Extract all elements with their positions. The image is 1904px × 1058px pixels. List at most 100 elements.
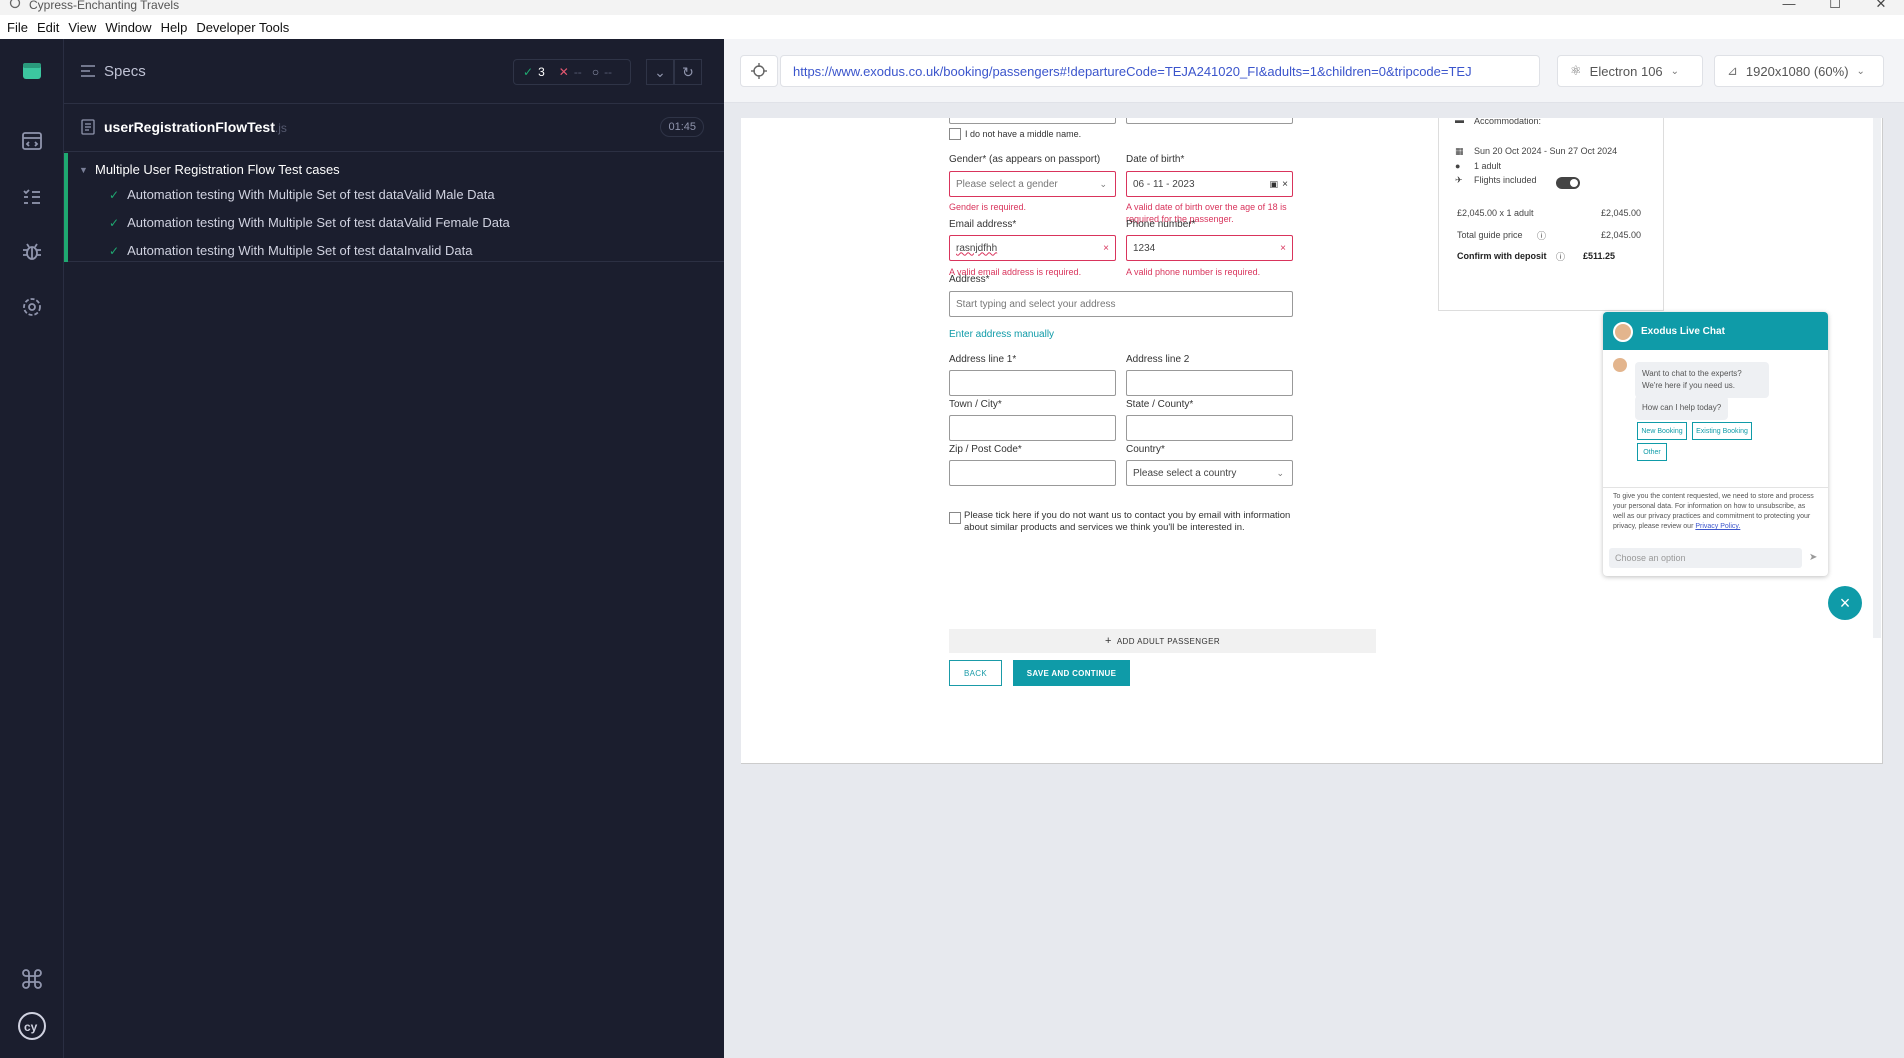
passed-check-icon: ✓ [523, 65, 534, 79]
suite-title[interactable]: Multiple User Registration Flow Test cas… [95, 162, 340, 177]
expand-chevron-button[interactable]: ⌄ [646, 59, 674, 85]
menu-window[interactable]: Window [105, 20, 151, 35]
send-icon[interactable]: ➤ [1809, 552, 1817, 563]
specs-header: Specs ✓ 3 ✕ -- ○ -- ⌄ ↻ [64, 39, 724, 104]
test-title: Automation testing With Multiple Set of … [127, 215, 510, 230]
save-and-continue-button[interactable]: SAVE AND CONTINUE [1013, 660, 1130, 686]
phone-input[interactable]: 1234 × [1126, 235, 1293, 261]
agent-avatar [1613, 358, 1627, 372]
settings-gear-icon[interactable] [20, 295, 44, 319]
menu-view[interactable]: View [68, 20, 96, 35]
address-line2-input[interactable] [1126, 370, 1293, 396]
aut-iframe: I do not have a middle name. Gender* (as… [741, 118, 1883, 764]
menu-file[interactable]: File [7, 20, 28, 35]
chat-input[interactable]: Choose an option [1609, 548, 1802, 568]
email-optout-checkbox[interactable] [949, 512, 961, 524]
specs-list-icon [81, 65, 95, 77]
address-placeholder: Start typing and select your address [956, 298, 1116, 310]
minimize-button[interactable]: — [1766, 0, 1812, 12]
menu-developer-tools[interactable]: Developer Tools [196, 20, 289, 35]
chat-option-new-booking[interactable]: New Booking [1637, 422, 1687, 440]
country-placeholder: Please select a country [1133, 467, 1237, 479]
dob-input[interactable]: 06 - 11 - 2023 ▣ × [1126, 171, 1293, 197]
menu-help[interactable]: Help [161, 20, 188, 35]
chat-option-existing-booking[interactable]: Existing Booking [1692, 422, 1752, 440]
cypress-logo-icon[interactable]: cy [17, 1011, 47, 1041]
chat-message: How can I help today? [1635, 396, 1729, 420]
zip-input[interactable] [949, 460, 1116, 486]
rerun-refresh-button[interactable]: ↻ [674, 59, 702, 85]
chat-input-placeholder: Choose an option [1615, 553, 1686, 563]
spec-file-name: userRegistrationFlowTest.js [104, 119, 287, 135]
specs-panel: Specs ✓ 3 ✕ -- ○ -- ⌄ ↻ userRegistration… [64, 39, 724, 1058]
pending-spinner-icon: ○ [591, 65, 600, 79]
spec-file-row[interactable]: userRegistrationFlowTest.js 01:45 [64, 104, 724, 152]
suite-chevron-icon[interactable]: ▼ [79, 165, 88, 175]
country-label: Country* [1126, 444, 1165, 455]
maximize-button[interactable]: ☐ [1812, 0, 1858, 12]
scrollbar[interactable] [1873, 118, 1881, 638]
town-label: Town / City* [949, 399, 1002, 410]
state-input[interactable] [1126, 415, 1293, 441]
calendar-icon[interactable]: ▣ [1269, 179, 1278, 190]
address-line2-label: Address line 2 [1126, 354, 1190, 365]
country-select[interactable]: Please select a country ⌄ [1126, 460, 1293, 486]
gender-error: Gender is required. [949, 202, 1027, 212]
info-icon[interactable]: ⓘ [1537, 229, 1546, 242]
chat-title: Exodus Live Chat [1641, 325, 1725, 337]
project-icon[interactable] [20, 59, 44, 83]
privacy-policy-link[interactable]: Privacy Policy. [1695, 523, 1740, 530]
selector-playground-button[interactable] [740, 55, 778, 87]
email-input[interactable]: rasnjdfhh × [949, 235, 1116, 261]
gender-select[interactable]: Please select a gender ⌄ [949, 171, 1116, 197]
debug-bug-icon[interactable] [20, 240, 44, 264]
menu-bar: File Edit View Window Help Developer Too… [0, 15, 1904, 39]
address-label: Address* [949, 274, 990, 285]
chevron-down-icon: ⌄ [1099, 178, 1107, 189]
phone-error: A valid phone number is required. [1126, 267, 1261, 277]
clear-x-icon[interactable]: × [1282, 179, 1288, 190]
last-name-input[interactable] [1126, 118, 1293, 124]
error-x-icon: × [1103, 242, 1109, 254]
browser-selector[interactable]: ⚛ Electron 106 ⌄ [1557, 55, 1703, 87]
test-item[interactable]: ✓ Automation testing With Multiple Set of… [109, 243, 472, 258]
chat-header: Exodus Live Chat [1603, 312, 1828, 350]
browser-name: Electron 106 [1589, 63, 1663, 79]
url-bar[interactable]: https://www.exodus.co.uk/booking/passeng… [780, 55, 1540, 87]
plus-icon: + [1104, 635, 1112, 647]
address-line1-input[interactable] [949, 370, 1116, 396]
close-window-button[interactable]: ✕ [1858, 0, 1904, 12]
address-line1-label: Address line 1* [949, 354, 1017, 365]
viewport-selector[interactable]: ⊿ 1920x1080 (60%) ⌄ [1714, 55, 1884, 87]
enter-address-manually-link[interactable]: Enter address manually [949, 329, 1054, 340]
adult-count: 1 adult [1474, 161, 1502, 171]
chat-option-other[interactable]: Other [1637, 443, 1667, 461]
back-button[interactable]: BACK [949, 660, 1002, 686]
live-chat-widget: Exodus Live Chat Want to chat to the exp… [1603, 312, 1828, 576]
specs-nav-icon[interactable] [20, 129, 44, 153]
total-label: Total guide price [1457, 230, 1523, 240]
no-middle-name-checkbox[interactable] [949, 128, 961, 140]
info-icon[interactable]: ⓘ [1556, 250, 1565, 263]
keyboard-shortcut-icon[interactable] [20, 967, 44, 991]
chevron-down-icon: ⌄ [1276, 467, 1284, 478]
test-item[interactable]: ✓ Automation testing With Multiple Set of… [109, 215, 510, 230]
runs-nav-icon[interactable] [20, 185, 44, 209]
middle-name-input[interactable] [949, 118, 1116, 124]
flights-toggle[interactable] [1556, 177, 1580, 189]
error-x-icon: × [1280, 242, 1286, 254]
specs-title[interactable]: Specs [104, 63, 146, 80]
chat-divider [1603, 487, 1828, 488]
email-label: Email address* [949, 219, 1017, 230]
add-adult-passenger-button[interactable]: + ADD ADULT PASSENGER [949, 629, 1376, 653]
test-title: Automation testing With Multiple Set of … [127, 243, 473, 258]
test-stats: ✓ 3 ✕ -- ○ -- [513, 59, 631, 85]
test-item[interactable]: ✓ Automation testing With Multiple Set of… [109, 187, 495, 202]
town-input[interactable] [949, 415, 1116, 441]
address-search-input[interactable]: Start typing and select your address [949, 291, 1293, 317]
svg-text:cy: cy [24, 1020, 38, 1034]
dob-label: Date of birth* [1126, 154, 1185, 165]
close-chat-button[interactable]: × [1828, 586, 1862, 620]
menu-edit[interactable]: Edit [37, 20, 59, 35]
spec-file-ext: .js [274, 121, 287, 135]
